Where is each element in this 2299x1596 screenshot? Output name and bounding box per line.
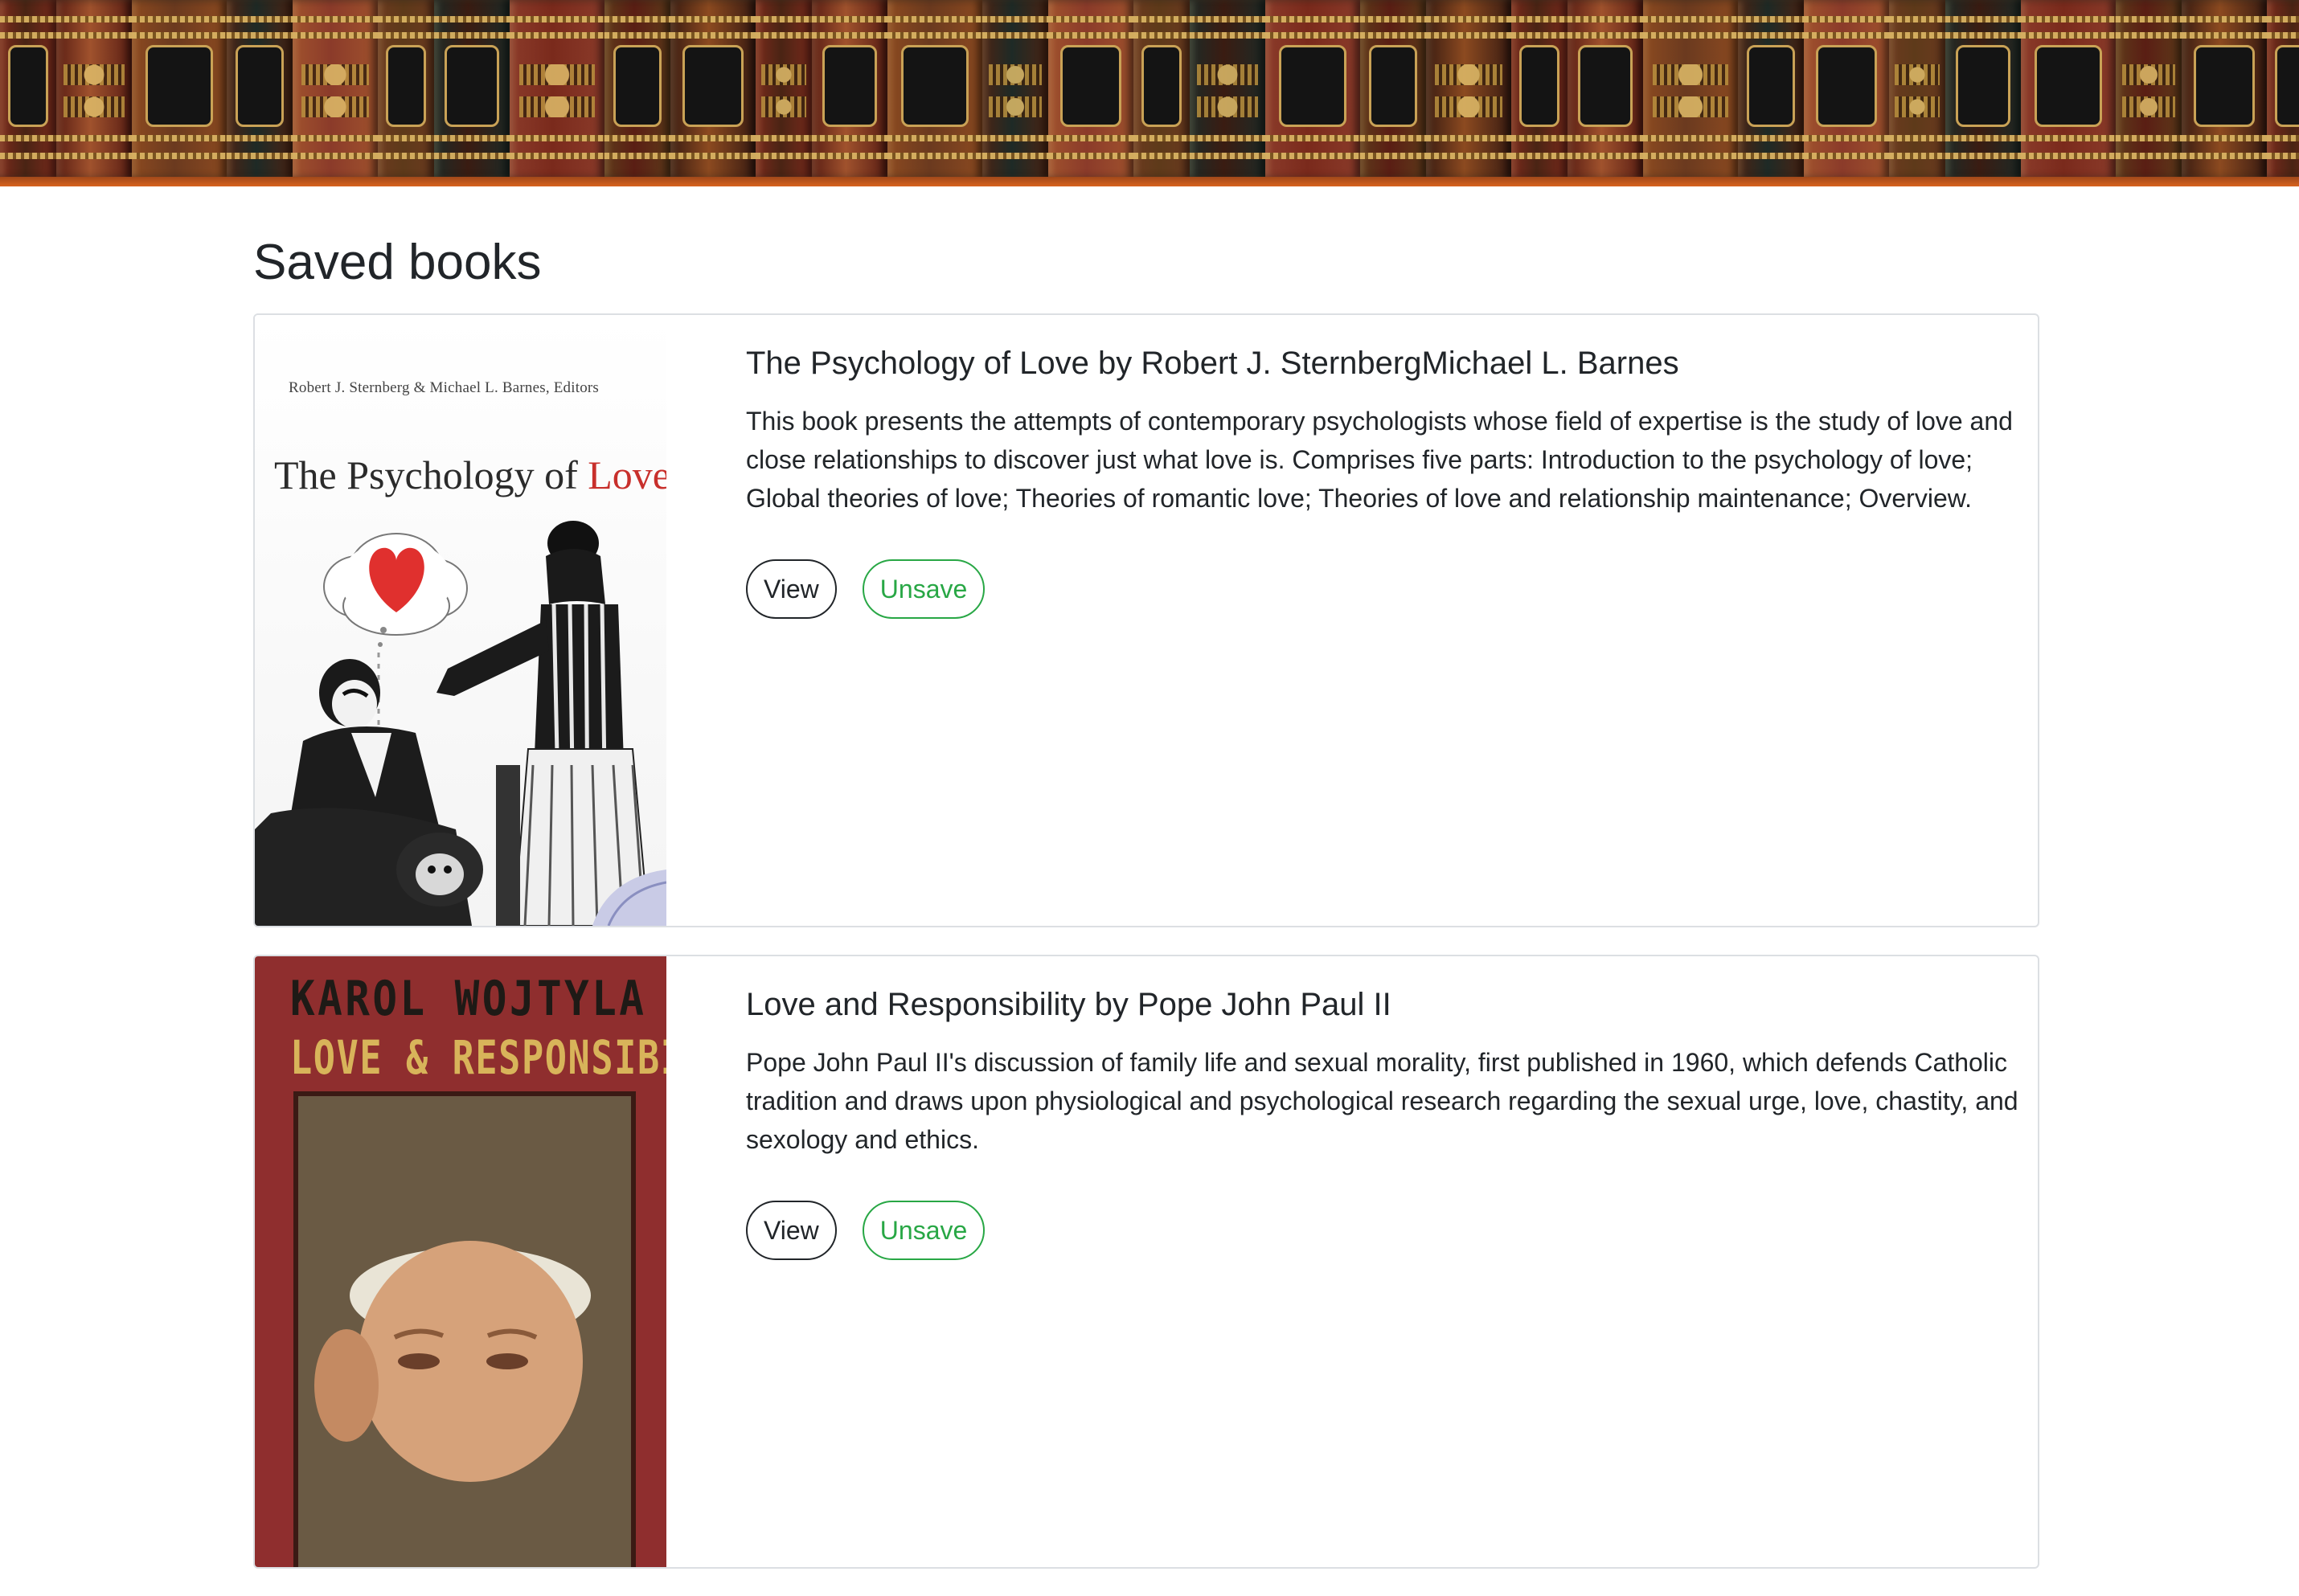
book-card: KAROL WOJTYLA LOVE & RESPONSIBILITY Love…: [253, 955, 2039, 1569]
cover-portrait-frame: [293, 1091, 636, 1567]
cover-illustration: [255, 521, 666, 926]
book-spine: [1133, 0, 1190, 178]
book-actions: View Unsave: [746, 1201, 2024, 1260]
book-spine: [1426, 0, 1511, 178]
view-button[interactable]: View: [746, 559, 837, 619]
book-cover-image: Robert J. Sternberg & Michael L. Barnes,…: [255, 315, 666, 926]
book-spine: [604, 0, 670, 178]
book-spine: [510, 0, 604, 178]
book-spine: [1738, 0, 1804, 178]
book-description: Pope John Paul II's discussion of family…: [746, 1048, 2018, 1154]
book-spine: [2021, 0, 2116, 178]
book-spine: [1568, 0, 1643, 178]
book-card-body: The Psychology of Love by Robert J. Ster…: [746, 342, 2024, 619]
book-spine: [293, 0, 378, 178]
book-spine: [756, 0, 812, 178]
book-spine: [1511, 0, 1568, 178]
book-spine: [2182, 0, 2267, 178]
book-spine: [2267, 0, 2299, 178]
book-spine: [982, 0, 1048, 178]
book-spine: [0, 0, 56, 178]
book-spine: [887, 0, 982, 178]
book-spine: [56, 0, 132, 178]
unsave-button[interactable]: Unsave: [862, 1201, 986, 1260]
book-spine: [1048, 0, 1133, 178]
pope-portrait: [298, 1096, 631, 1567]
book-spine: [1360, 0, 1426, 178]
book-spine: [227, 0, 293, 178]
dog-figure: [396, 833, 483, 906]
book-card-body: Love and Responsibility by Pope John Pau…: [746, 984, 2024, 1260]
book-title: The Psychology of Love by Robert J. Ster…: [746, 346, 1679, 381]
cover-author-text: KAROL WOJTYLA: [290, 971, 647, 1027]
view-button[interactable]: View: [746, 1201, 837, 1260]
book-actions: View Unsave: [746, 559, 2024, 619]
main-content: Saved books Robert J. Sternberg & Michae…: [253, 233, 2039, 1596]
book-spine: [2116, 0, 2182, 178]
book-description: This book presents the attempts of conte…: [746, 407, 2013, 513]
unsave-button[interactable]: Unsave: [862, 559, 986, 619]
book-spine: [1190, 0, 1265, 178]
book-spine: [1804, 0, 1889, 178]
book-spine: [132, 0, 227, 178]
book-spine: [434, 0, 510, 178]
book-spine: [378, 0, 434, 178]
bookshelf-banner: [0, 0, 2299, 186]
page-title: Saved books: [253, 235, 542, 290]
book-card: Robert J. Sternberg & Michael L. Barnes,…: [253, 313, 2039, 927]
book-spine: [812, 0, 887, 178]
book-title: Love and Responsibility by Pope John Pau…: [746, 987, 1391, 1022]
book-cover-image: KAROL WOJTYLA LOVE & RESPONSIBILITY: [255, 956, 666, 1567]
book-spine: [1945, 0, 2021, 178]
banner-shelf-edge: [0, 177, 2299, 186]
book-spine: [1643, 0, 1738, 178]
book-spine: [1265, 0, 1360, 178]
book-spine: [670, 0, 756, 178]
cover-title-text: LOVE & RESPONSIBILITY: [290, 1030, 666, 1085]
book-spine: [1889, 0, 1945, 178]
